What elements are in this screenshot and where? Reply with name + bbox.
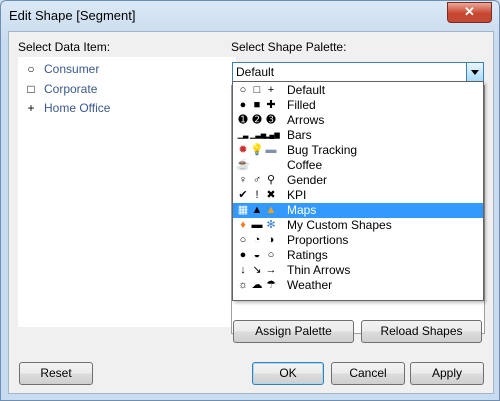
square-icon: □ xyxy=(27,82,35,96)
weather-icon: ☼ ☁ ☂ xyxy=(237,279,276,291)
data-item-label: Home Office xyxy=(44,101,111,115)
data-item-home-office[interactable]: + Home Office xyxy=(24,100,110,116)
palette-option-ratings[interactable]: ● ◒ ○ Ratings xyxy=(233,248,483,263)
palette-option-label: KPI xyxy=(287,188,307,202)
data-item-label: Corporate xyxy=(44,82,98,96)
proportions-icon: ○ ◔ ◑ xyxy=(239,234,275,246)
palette-option-label: Weather xyxy=(287,278,333,292)
palette-option-label: Coffee xyxy=(287,158,323,172)
data-item-list[interactable]: ○ Consumer □ Corporate + Home Office xyxy=(18,57,236,327)
palette-option-label: Maps xyxy=(287,203,317,217)
reload-shapes-button[interactable]: Reload Shapes xyxy=(361,320,482,343)
apply-button[interactable]: Apply xyxy=(410,362,484,385)
palette-option-weather[interactable]: ☼ ☁ ☂ Weather xyxy=(233,278,483,293)
palette-option-bars[interactable]: ▁▃ ▁▃▅▂▄▆ Bars xyxy=(233,128,483,143)
palette-option-label: My Custom Shapes xyxy=(287,218,392,232)
palette-option-label: Bars xyxy=(287,128,312,142)
palette-option-label: Arrows xyxy=(287,113,325,127)
bug-tracking-icon: ✹ 💡 ▬ xyxy=(238,144,277,156)
palette-option-filled[interactable]: ● ■ ✚ Filled xyxy=(233,98,483,113)
palette-option-thin-arrows[interactable]: ↓ ↘ → Thin Arrows xyxy=(233,263,483,278)
plus-icon: + xyxy=(27,101,35,115)
chevron-down-icon[interactable] xyxy=(466,63,483,82)
edit-shape-dialog: Edit Shape [Segment] ✕ Select Data Item:… xyxy=(0,0,500,401)
palette-option-kpi[interactable]: ✔! ✖ KPI xyxy=(233,188,483,203)
palette-option-label: Default xyxy=(287,83,326,97)
data-item-consumer[interactable]: ○ Consumer xyxy=(24,61,99,77)
maps-icon: ▦ ▲ ▲ xyxy=(237,204,277,216)
data-item-corporate[interactable]: □ Corporate xyxy=(24,81,97,97)
reset-button[interactable]: Reset xyxy=(19,362,93,385)
palette-option-label: Thin Arrows xyxy=(287,263,351,277)
palette-option-maps[interactable]: ▦ ▲ ▲ Maps xyxy=(233,203,483,218)
thin-arrows-icon: ↓ ↘ → xyxy=(240,264,277,276)
palette-option-proportions[interactable]: ○ ◔ ◑ Proportions xyxy=(233,233,483,248)
circle-icon: ○ xyxy=(27,62,35,76)
gender-icon: ♀ ♂ ⚲ xyxy=(238,174,276,186)
select-data-item-label: Select Data Item: xyxy=(18,40,111,54)
cancel-button[interactable]: Cancel xyxy=(331,362,405,385)
ok-button[interactable]: OK xyxy=(252,362,324,385)
palette-option-bug-tracking[interactable]: ✹ 💡 ▬ Bug Tracking xyxy=(233,143,483,158)
arrows-icon: ➊➋➌ xyxy=(238,114,276,126)
assign-palette-button[interactable]: Assign Palette xyxy=(233,320,354,343)
title-bar: Edit Shape [Segment] ✕ xyxy=(1,1,499,31)
shape-palette-value: Default xyxy=(236,65,275,79)
palette-option-label: Gender xyxy=(287,173,328,187)
palette-option-gender[interactable]: ♀ ♂ ⚲ Gender xyxy=(233,173,483,188)
palette-option-arrows[interactable]: ➊➋➌ Arrows xyxy=(233,113,483,128)
palette-option-label: Bug Tracking xyxy=(287,143,358,157)
palette-option-coffee[interactable]: ☕ Coffee xyxy=(233,158,483,173)
shape-palette-dropdown[interactable]: ○ □ + Default ● ■ ✚ Filled ➊➋➌ Arrows ▁▃ ▁▃▅▂… xyxy=(232,81,484,301)
default-shapes-icon: ○ □ + xyxy=(239,84,275,96)
select-shape-palette-label: Select Shape Palette: xyxy=(231,40,347,54)
palette-option-default[interactable]: ○ □ + Default xyxy=(233,83,483,98)
kpi-icon: ✔! ✖ xyxy=(238,189,276,201)
palette-option-my-custom-shapes[interactable]: ♦ ▬ ✻ My Custom Shapes xyxy=(233,218,483,233)
custom-shapes-icon: ♦ ▬ ✻ xyxy=(240,219,276,231)
palette-option-label: Proportions xyxy=(287,233,349,247)
palette-option-label: Filled xyxy=(287,98,316,112)
shape-palette-select[interactable]: Default xyxy=(232,62,484,83)
window-title: Edit Shape [Segment] xyxy=(9,8,136,23)
palette-option-label: Ratings xyxy=(287,248,328,262)
dialog-body: Select Data Item: ○ Consumer □ Corporate +… xyxy=(8,31,494,394)
bars-icon: ▁▃ ▁▃▅▂▄▆ xyxy=(237,132,280,139)
close-button[interactable]: ✕ xyxy=(447,2,492,23)
filled-shapes-icon: ● ■ ✚ xyxy=(239,99,276,111)
data-item-label: Consumer xyxy=(44,62,100,76)
coffee-icon: ☕ xyxy=(236,159,250,171)
ratings-icon: ● ◒ ○ xyxy=(239,249,275,261)
